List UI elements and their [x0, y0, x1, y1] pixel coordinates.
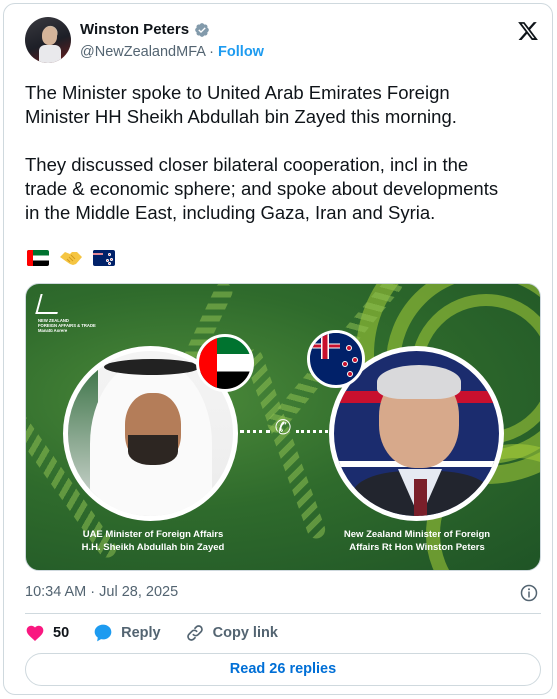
reply-label: Reply: [121, 625, 161, 641]
x-logo-icon[interactable]: [517, 20, 539, 42]
call-line-right: [296, 430, 328, 433]
handshake-icon: [60, 252, 82, 265]
reply-bubble-icon: [94, 624, 112, 642]
left-caption-text: UAE Minister of Foreign Affairs H.H. She…: [81, 529, 225, 553]
nz-mfat-logo: NEW ZEALAND FOREIGN AFFAIRS & TRADE Mana…: [35, 294, 108, 340]
call-line-left: [240, 430, 270, 433]
phone-icon: ✆: [274, 417, 292, 439]
tweet-paragraph-2: They discussed closer bilateral cooperat…: [25, 154, 499, 223]
avatar-face: [42, 27, 57, 45]
like-count: 50: [53, 625, 70, 641]
avatar-shirt: [39, 45, 61, 63]
left-caption: UAE Minister of Foreign Affairs H.H. She…: [58, 528, 248, 554]
tweet-text: The Minister spoke to United Arab Emirat…: [25, 81, 545, 249]
fern-logo-icon: [35, 294, 63, 314]
right-caption: New Zealand Minister of Foreign Affairs …: [322, 528, 512, 554]
nz-flag-badge: [307, 330, 365, 388]
follow-button[interactable]: Follow: [218, 44, 264, 60]
avatar[interactable]: [25, 17, 71, 63]
author-handle[interactable]: @NewZealandMFA: [80, 44, 205, 60]
tweet-image[interactable]: NEW ZEALAND FOREIGN AFFAIRS & TRADE Mana…: [25, 283, 541, 571]
link-icon: [186, 625, 203, 641]
read-replies-button[interactable]: Read 26 replies: [25, 653, 541, 686]
new-zealand-flag-icon: [93, 250, 115, 266]
tweet-date: Jul 28, 2025: [99, 584, 179, 600]
author-name[interactable]: Winston Peters: [80, 21, 189, 38]
handle-row: @NewZealandMFA · Follow: [80, 44, 264, 60]
right-caption-text: New Zealand Minister of Foreign Affairs …: [343, 529, 491, 553]
uae-flag-badge: [196, 334, 254, 392]
action-bar: 50 Reply Copy link: [25, 623, 302, 643]
meta-separator: ·: [90, 584, 96, 600]
tweet-card: Winston Peters @NewZealandMFA · Follow T…: [3, 3, 553, 695]
divider: [25, 613, 541, 614]
tweet-time: 10:34 AM: [25, 584, 87, 600]
handle-separator: ·: [209, 44, 215, 60]
info-icon[interactable]: [520, 584, 538, 602]
like-button[interactable]: 50: [25, 623, 69, 643]
verified-badge-icon: [195, 22, 209, 37]
author-name-row: Winston Peters: [80, 21, 210, 38]
heart-icon: [26, 625, 44, 641]
copy-link-button[interactable]: Copy link: [185, 623, 278, 643]
copy-link-label: Copy link: [212, 625, 278, 641]
tweet-paragraph-1: The Minister spoke to United Arab Emirat…: [25, 82, 457, 127]
emoji-row: [27, 249, 115, 267]
uae-flag-icon: [27, 250, 49, 266]
tweet-timestamp[interactable]: 10:34 AM · Jul 28, 2025: [25, 584, 178, 600]
reply-button[interactable]: Reply: [93, 623, 161, 643]
